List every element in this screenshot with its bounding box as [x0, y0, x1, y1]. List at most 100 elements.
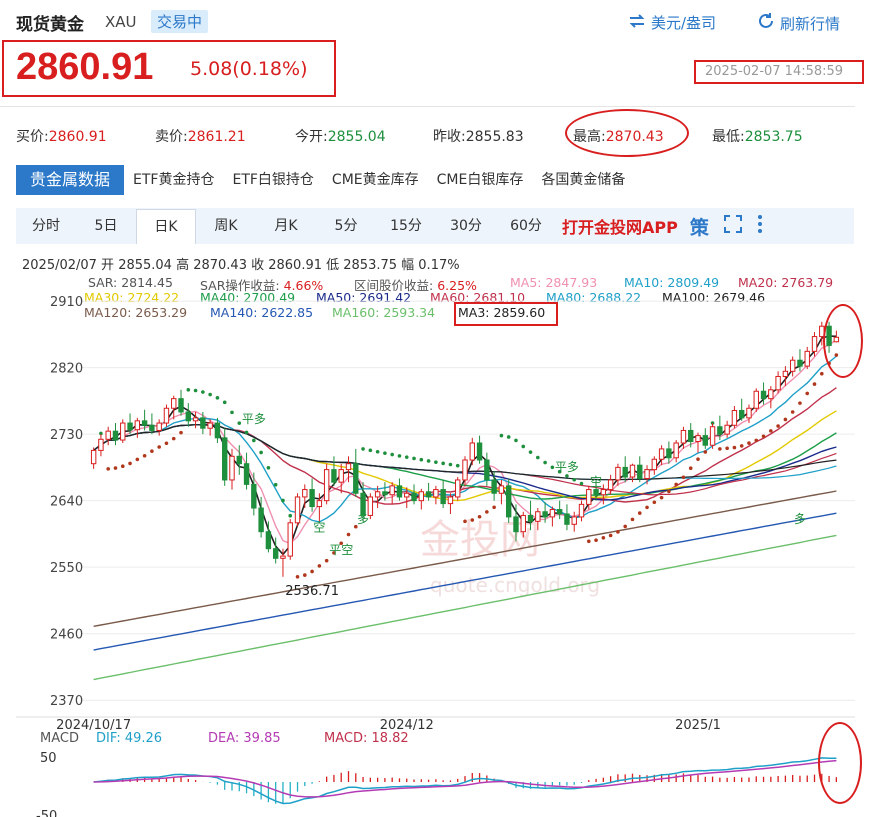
- candle-body: [797, 359, 803, 367]
- candle-body: [156, 422, 162, 431]
- sar-dot: [798, 401, 802, 405]
- sar-dot: [703, 450, 708, 454]
- candle-body: [556, 509, 563, 515]
- sar-dot: [470, 518, 475, 522]
- kline-chart[interactable]: 金投网quote.cngold.org 29102820273026402550…: [0, 0, 870, 817]
- sar-dot: [448, 462, 453, 467]
- sar-dot: [244, 430, 249, 435]
- sar-signal-label: 多: [357, 512, 369, 526]
- candle-body: [185, 411, 192, 422]
- sar-dot: [819, 371, 824, 376]
- candle-body: [768, 389, 774, 400]
- candle-body: [396, 485, 403, 498]
- y-tick-label: 2640: [50, 495, 83, 510]
- macd-dea: DEA: 39.85: [208, 731, 281, 746]
- sar-dot: [579, 481, 584, 486]
- sar-dot: [499, 433, 504, 438]
- candle-body: [702, 435, 708, 446]
- candle-body: [709, 426, 716, 446]
- candle-body: [404, 492, 410, 498]
- candle-body: [316, 500, 323, 508]
- sar-dot: [317, 564, 322, 568]
- candle-body: [629, 464, 636, 478]
- candle-body: [644, 469, 650, 479]
- y-tick-label: 2370: [50, 694, 83, 709]
- ma120-line: [93, 490, 837, 627]
- candle-body: [440, 489, 446, 505]
- sar-dot: [252, 438, 256, 443]
- candle-body: [600, 489, 607, 496]
- chart-grid: [16, 300, 855, 718]
- sar-dot: [404, 455, 409, 459]
- macd-value: MACD: 18.82: [324, 731, 409, 746]
- candle-body: [214, 422, 221, 439]
- sar-dot: [142, 453, 147, 458]
- sar-dot: [616, 530, 620, 534]
- candle-body: [149, 424, 155, 431]
- sar-dot: [601, 535, 606, 540]
- latest-candle-highlight: [823, 304, 863, 378]
- sar-signal-label: 空: [590, 475, 602, 489]
- candle-body: [498, 485, 505, 494]
- candle-body: [98, 438, 104, 451]
- sar-dot: [681, 475, 686, 480]
- sar-dot: [259, 450, 263, 455]
- candle-body: [673, 442, 679, 459]
- candle-body: [222, 437, 228, 481]
- sar-dot: [718, 447, 722, 451]
- sar-dot: [754, 438, 759, 443]
- candle-body: [578, 503, 585, 518]
- sar-signal-label: 平多: [242, 412, 266, 426]
- candle-body: [207, 422, 213, 429]
- candle-body: [134, 420, 141, 431]
- candle-body: [658, 448, 665, 460]
- candle-body: [782, 370, 789, 377]
- sar-dot: [776, 424, 780, 428]
- sar-dot: [208, 392, 212, 397]
- sar-dot: [397, 454, 402, 458]
- sar-dot: [652, 500, 657, 505]
- sar-dot: [361, 447, 365, 451]
- candle-body: [462, 459, 468, 481]
- sar-dot: [688, 466, 693, 471]
- candle-body: [484, 459, 490, 481]
- sar-dot: [594, 538, 598, 542]
- candle-body: [258, 507, 264, 533]
- candle-body: [622, 466, 628, 478]
- sar-dot: [674, 482, 678, 487]
- sar-dot: [739, 444, 744, 448]
- sar-dot: [645, 505, 649, 510]
- sar-dot: [586, 539, 591, 544]
- sar-dot: [310, 569, 314, 574]
- sar-dot: [608, 533, 613, 538]
- candle-body: [724, 424, 730, 435]
- candle-body: [527, 514, 534, 522]
- sar-dot: [536, 455, 540, 460]
- candle-body: [112, 430, 119, 441]
- macd-panel: 50 -50: [36, 751, 838, 817]
- candle-body: [455, 479, 461, 498]
- candle-body: [571, 516, 577, 525]
- sar-dot: [171, 436, 176, 441]
- sar-dot: [222, 400, 227, 405]
- candle-body: [251, 483, 257, 509]
- candle-body: [243, 463, 250, 485]
- macd-highlight: [818, 722, 862, 804]
- sar-dot: [295, 574, 300, 579]
- sar-dot: [761, 434, 766, 439]
- candle-body: [389, 485, 395, 496]
- x-axis: 2024/10/172024/122025/12025/2/7: [56, 718, 721, 733]
- sar-dot: [441, 461, 445, 466]
- sar-dot: [696, 457, 700, 461]
- sar-dot: [164, 441, 169, 446]
- candle-body: [272, 548, 279, 559]
- sar-dot: [667, 489, 671, 494]
- candle-body: [607, 479, 614, 491]
- min-price-label: 2536.71: [285, 584, 339, 599]
- candle-body: [382, 491, 388, 496]
- sar-dot: [747, 441, 751, 445]
- sar-dot: [790, 410, 795, 414]
- x-tick-label: 2025/1: [675, 718, 721, 733]
- sar-dot: [230, 410, 234, 415]
- sar-dot: [237, 421, 242, 425]
